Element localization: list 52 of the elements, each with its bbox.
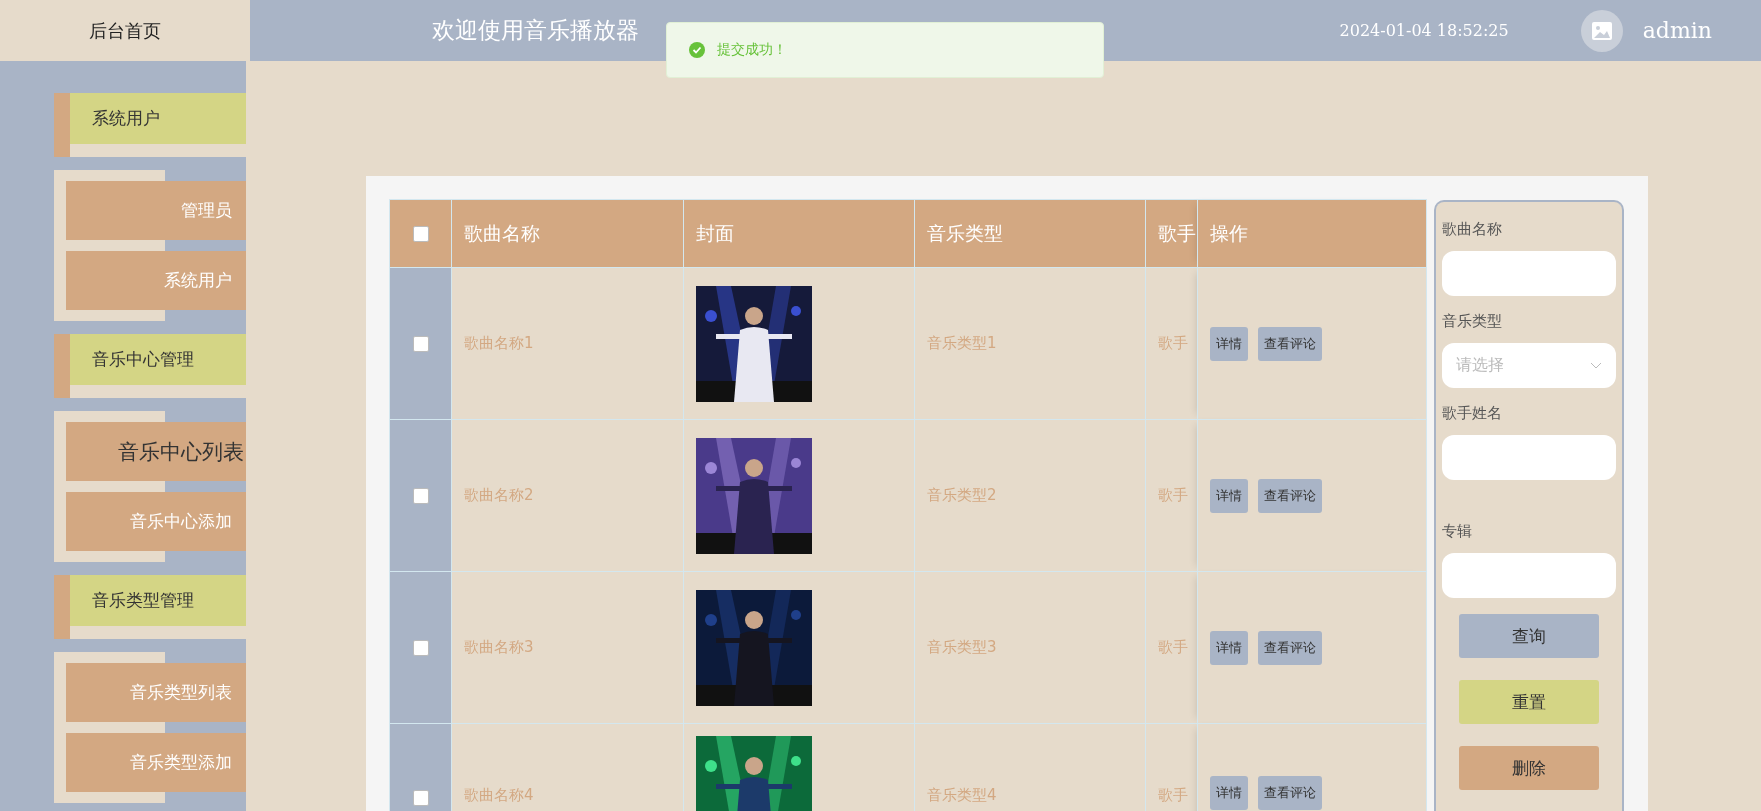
table-cell: 歌曲名称4: [451, 723, 684, 811]
column-header: 音乐类型: [914, 199, 1146, 268]
toast-message: 提交成功！: [717, 41, 787, 59]
placeholder: 请选择: [1456, 355, 1504, 376]
datetime: 2024-01-04 18:52:25: [1339, 21, 1509, 40]
column-header: 封面: [683, 199, 915, 268]
checkbox[interactable]: [412, 487, 429, 504]
table-cell: 音乐类型4: [914, 723, 1146, 811]
details-button[interactable]: 详情: [1210, 630, 1248, 665]
menu-item[interactable]: 音乐中心列表: [66, 422, 246, 481]
field-label: 歌曲名称: [1442, 220, 1503, 239]
table-cell: 歌曲名称3: [451, 571, 684, 724]
checkbox[interactable]: [412, 790, 429, 806]
field-label: 音乐类型: [1442, 312, 1503, 331]
table-cell: 音乐类型2: [914, 419, 1146, 572]
details-button[interactable]: 详情: [1210, 776, 1248, 810]
table-cell: 音乐类型1: [914, 267, 1146, 420]
column-header: 歌手: [1145, 199, 1198, 268]
field-label: 专辑: [1442, 522, 1473, 541]
menu-group[interactable]: 音乐类型管理: [54, 575, 246, 639]
comments-button[interactable]: 查看评论: [1258, 478, 1322, 513]
input-field[interactable]: [1442, 553, 1616, 598]
table-cell: 音乐类型3: [914, 571, 1146, 724]
reset-button[interactable]: 重置: [1459, 680, 1599, 724]
comments-button[interactable]: 查看评论: [1258, 630, 1322, 665]
column-header: 歌曲名称: [451, 199, 684, 268]
table-cell: 歌曲名称1: [451, 267, 684, 420]
checkbox[interactable]: [412, 639, 429, 656]
image-icon: [1590, 20, 1613, 41]
welcome-title: 欢迎使用音乐播放器: [432, 16, 640, 45]
table-cell: 歌手: [1145, 419, 1198, 572]
details-button[interactable]: 详情: [1210, 326, 1248, 361]
column-header: 操作: [1197, 199, 1427, 268]
checkbox[interactable]: [412, 225, 429, 242]
table-cell: 歌手: [1145, 723, 1198, 811]
table-cell: 歌曲名称2: [451, 419, 684, 572]
comments-button[interactable]: 查看评论: [1258, 776, 1322, 810]
menu-group[interactable]: 音乐中心管理: [54, 334, 246, 398]
query-button[interactable]: 查询: [1459, 614, 1599, 658]
avatar[interactable]: [1580, 9, 1623, 52]
check-circle-icon: [689, 42, 705, 58]
details-button[interactable]: 详情: [1210, 478, 1248, 513]
chevron-down-icon: [1590, 361, 1602, 370]
table-cell: 歌手: [1145, 267, 1198, 420]
table-cell: 歌手: [1145, 571, 1198, 724]
field-label: 歌手姓名: [1442, 404, 1503, 423]
input-field[interactable]: [1442, 251, 1616, 296]
delete-button[interactable]: 删除: [1459, 746, 1599, 790]
comments-button[interactable]: 查看评论: [1258, 326, 1322, 361]
input-field[interactable]: [1442, 435, 1616, 480]
menu-group[interactable]: 系统用户: [54, 93, 246, 157]
checkbox[interactable]: [412, 335, 429, 352]
